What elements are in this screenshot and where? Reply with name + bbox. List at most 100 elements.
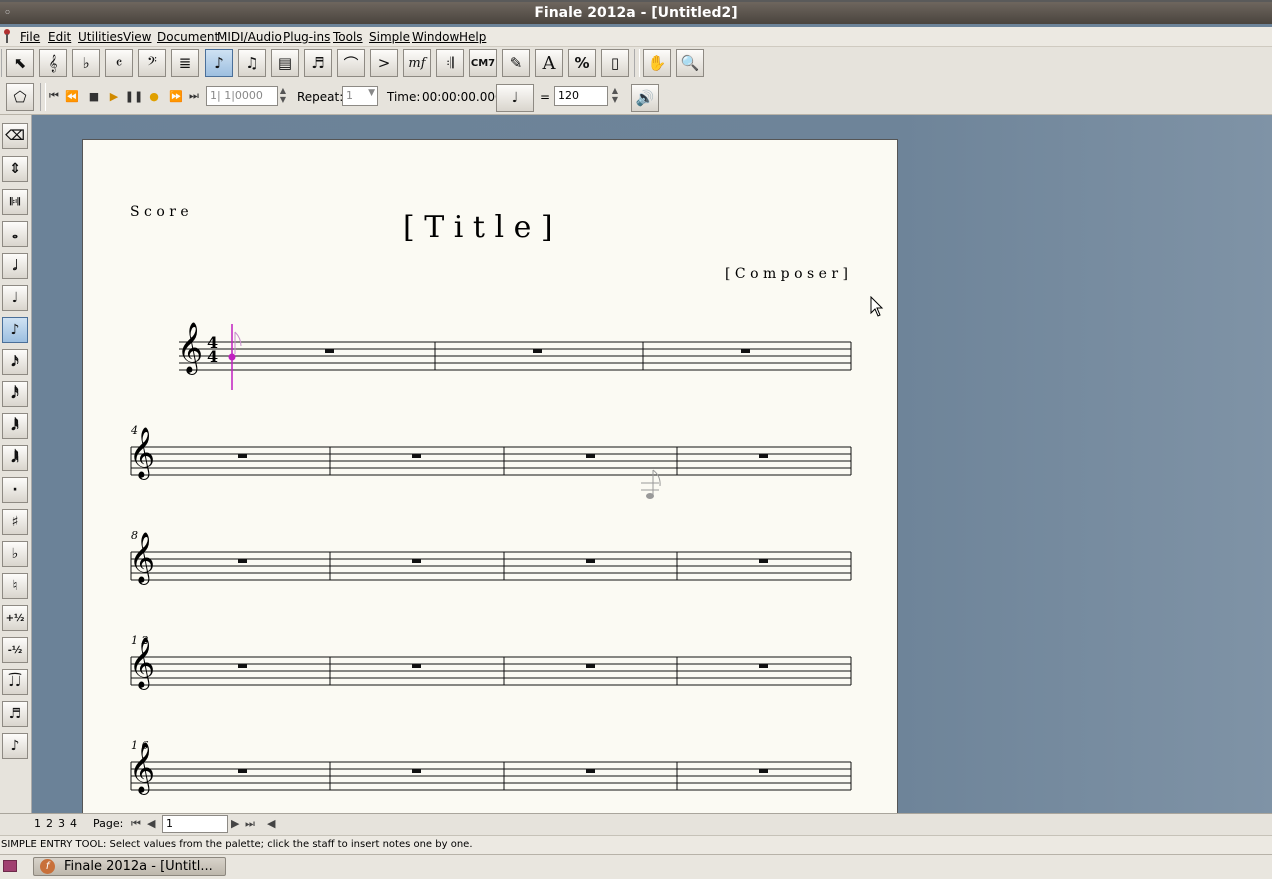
mouse-cursor-icon — [870, 296, 884, 317]
previous-page-icon[interactable]: ◀ — [147, 817, 155, 830]
menu-window[interactable]: Window — [412, 30, 459, 44]
expression-tool-icon[interactable]: mf — [403, 49, 431, 77]
page-layout-tool-icon[interactable]: ▯ — [601, 49, 629, 77]
document-area: S c o r e [ T i t l e ] [ C o m p o s e … — [32, 115, 1272, 813]
sixty-fourth-note-icon[interactable]: 𝅘𝅥𝅱 — [2, 413, 28, 439]
tempo-equals: = — [540, 90, 551, 104]
menu-tools[interactable]: Tools — [333, 30, 363, 44]
first-page-icon[interactable]: ⏮ — [131, 817, 141, 831]
measure-tool-icon[interactable]: ≣ — [171, 49, 199, 77]
palette-grip[interactable] — [634, 49, 640, 77]
treble-clef-icon: 𝄞 — [129, 637, 156, 688]
show-desktop-icon[interactable] — [3, 860, 17, 872]
menu-plug-ins[interactable]: Plug-ins — [283, 30, 330, 44]
text-tool-icon[interactable]: A — [535, 49, 563, 77]
rewind-to-start-icon[interactable]: ⏮ — [46, 88, 62, 104]
status-text: SIMPLE ENTRY TOOL: Select values from th… — [1, 839, 473, 850]
ossia-icon[interactable]: 𝄆𝄇 — [2, 189, 28, 215]
page-tab-1[interactable]: 1 — [34, 817, 41, 830]
pause-icon[interactable]: ❚❚ — [125, 88, 143, 104]
key-signature-tool-icon[interactable]: ♭ — [72, 49, 100, 77]
staff-tool-icon[interactable]: 𝄞 — [39, 49, 67, 77]
dot-icon[interactable]: · — [2, 477, 28, 503]
simple-entry-tool-icon[interactable]: ♪ — [205, 49, 233, 77]
smart-shape-tool-icon[interactable]: ⌒ — [337, 49, 365, 77]
tie-icon[interactable]: ♩͡♩ — [2, 669, 28, 695]
half-step-up-icon[interactable]: +½ — [2, 605, 28, 631]
stop-icon[interactable]: ■ — [86, 88, 102, 104]
resize-tool-icon[interactable]: % — [568, 49, 596, 77]
repeat-select[interactable]: 1 ▼ — [342, 86, 378, 106]
taskbar-window-button[interactable]: f Finale 2012a - [Untitl... — [33, 857, 226, 876]
page-tab-2[interactable]: 2 — [46, 817, 53, 830]
half-note-icon[interactable]: 𝅗𝅥 — [2, 253, 28, 279]
forward-to-end-icon[interactable]: ⏭ — [186, 88, 202, 104]
fast-forward-icon[interactable]: ⏩ — [168, 88, 184, 104]
record-icon[interactable]: ● — [146, 88, 162, 104]
menu-edit[interactable]: Edit — [48, 30, 71, 44]
menu-document[interactable]: Document — [157, 30, 219, 44]
menu-help[interactable]: Help — [459, 30, 486, 44]
play-icon[interactable]: ▶ — [106, 88, 122, 104]
eraser-icon[interactable]: ⌫ — [2, 123, 28, 149]
scroll-left-icon[interactable]: ◀ — [267, 817, 275, 830]
tempo-field[interactable]: 120 — [554, 86, 608, 106]
title-bar: ◦ Finale 2012a - [Untitled2] — [0, 2, 1272, 24]
articulation-tool-icon[interactable]: > — [370, 49, 398, 77]
treble-clef-icon: 𝄞 — [129, 532, 156, 583]
hyperscribe-tool-icon[interactable]: ▤ — [271, 49, 299, 77]
music-staves — [130, 324, 852, 791]
hand-grabber-icon[interactable]: ✋ — [643, 49, 671, 77]
menu-midi-audio[interactable]: MIDI/Audio — [217, 30, 282, 44]
last-page-icon[interactable]: ⏭ — [245, 817, 255, 831]
menu-file[interactable]: File — [20, 30, 40, 44]
measure-counter-field[interactable]: 1| 1|0000 — [206, 86, 278, 106]
rewind-icon[interactable]: ⏪ — [64, 88, 80, 104]
page-number-field[interactable]: 1 — [162, 815, 228, 833]
page-navigation-bar: 1 2 3 4 Page: ⏮ ◀ 1 ▶ ⏭ ◀ — [0, 813, 1272, 835]
natural-icon[interactable]: ♮ — [2, 573, 28, 599]
menu-utilities[interactable]: Utilities — [78, 30, 123, 44]
lyrics-tool-icon[interactable]: ✎ — [502, 49, 530, 77]
chord-tool-icon[interactable]: CM7 — [469, 49, 497, 77]
tuplet-icon[interactable]: ♬ — [2, 701, 28, 727]
score-page[interactable]: S c o r e [ T i t l e ] [ C o m p o s e … — [82, 139, 898, 813]
finale-app-icon — [4, 29, 10, 43]
taskbar-window-label: Finale 2012a - [Untitl... — [64, 859, 213, 874]
sharp-icon[interactable]: ♯ — [2, 509, 28, 535]
tempo-spinner[interactable]: ▲ ▼ — [609, 86, 621, 106]
time-signature: 4 4 — [207, 333, 219, 366]
next-page-icon[interactable]: ▶ — [231, 817, 239, 830]
menu-view[interactable]: View — [123, 30, 151, 44]
treble-clef-icon: 𝄞 — [129, 742, 156, 793]
treble-clef-icon: 𝄞 — [129, 427, 156, 478]
treble-clef-icon: 𝄞 — [177, 322, 204, 373]
speedy-entry-tool-icon[interactable]: ♫ — [238, 49, 266, 77]
page-tab-4[interactable]: 4 — [70, 817, 77, 830]
tuplet-tool-icon[interactable]: ♬ — [304, 49, 332, 77]
thirty-second-note-icon[interactable]: 𝅘𝅥𝅰 — [2, 381, 28, 407]
quarter-note-icon[interactable]: ♩ — [2, 285, 28, 311]
tempo-beat-unit-icon[interactable]: ♩ — [496, 84, 534, 112]
half-step-down-icon[interactable]: -½ — [2, 637, 28, 663]
repeat-tool-icon[interactable]: 𝄇 — [436, 49, 464, 77]
menu-simple[interactable]: Simple — [369, 30, 410, 44]
zoom-icon[interactable]: 🔍 — [676, 49, 704, 77]
page-tab-3[interactable]: 3 — [58, 817, 65, 830]
page-layout-icon[interactable]: ⬠ — [6, 83, 34, 111]
counter-spinner[interactable]: ▲ ▼ — [278, 86, 288, 106]
status-bar: SIMPLE ENTRY TOOL: Select values from th… — [0, 835, 1272, 855]
grace-note-icon[interactable]: ♪ — [2, 733, 28, 759]
chevron-down-icon: ▼ — [368, 88, 375, 98]
speaker-icon[interactable]: 🔊 — [631, 84, 659, 112]
eighth-note-icon[interactable]: ♪ — [2, 317, 28, 343]
flat-icon[interactable]: ♭ — [2, 541, 28, 567]
select-icon[interactable]: ⇕ — [2, 156, 28, 182]
time-signature-tool-icon[interactable]: 𝄴 — [105, 49, 133, 77]
taskbar: f Finale 2012a - [Untitl... — [0, 854, 1272, 879]
clef-tool-icon[interactable]: 𝄢 — [138, 49, 166, 77]
sixteenth-note-icon[interactable]: 𝅘𝅥𝅯 — [2, 349, 28, 375]
selection-tool-icon[interactable]: ⬉ — [6, 49, 34, 77]
whole-note-icon[interactable]: 𝅝 — [2, 221, 28, 247]
one-twenty-eighth-note-icon[interactable]: 𝅘𝅥𝅲 — [2, 445, 28, 471]
